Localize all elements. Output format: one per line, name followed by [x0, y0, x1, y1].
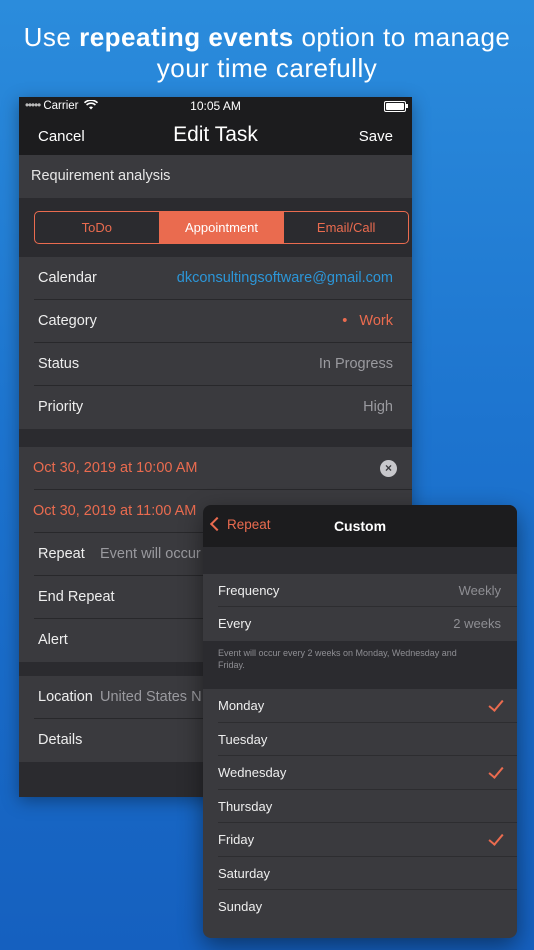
- location-value: United States N: [100, 689, 202, 705]
- status-time: 10:05 AM: [190, 99, 241, 113]
- weekday-row-monday[interactable]: Monday: [203, 689, 517, 723]
- custom-nav-bar: Repeat Custom: [203, 505, 517, 547]
- every-row[interactable]: Every 2 weeks: [203, 607, 517, 640]
- category-color-dot: •: [342, 313, 348, 329]
- section-gap: [203, 547, 517, 574]
- calendar-label: Calendar: [38, 270, 97, 286]
- weekday-label: Saturday: [218, 865, 271, 881]
- repeat-summary-note: Event will occur every 2 weeks on Monday…: [203, 641, 517, 689]
- task-type-segmented-control: ToDo Appointment Email/Call: [34, 211, 409, 244]
- frequency-value: Weekly: [458, 583, 501, 598]
- details-label: Details: [38, 732, 83, 748]
- category-label: Category: [38, 313, 97, 329]
- custom-repeat-panel: Repeat Custom Frequency Weekly Every 2 w…: [203, 505, 517, 938]
- category-row[interactable]: Category • Work: [19, 300, 412, 343]
- status-value: In Progress: [318, 356, 393, 372]
- headline-post: option to manage: [293, 22, 511, 52]
- headline-line-2: your time carefully: [156, 53, 378, 83]
- headline-bold: repeating events: [79, 22, 294, 52]
- repeat-label: Repeat: [38, 546, 85, 562]
- repeat-value: Event will occur: [100, 546, 201, 562]
- priority-row[interactable]: Priority High: [19, 386, 412, 429]
- category-value-text: Work: [359, 313, 393, 329]
- checkmark-icon: [488, 696, 504, 712]
- task-title-field[interactable]: Requirement analysis: [19, 155, 412, 198]
- headline-pre: Use: [23, 22, 80, 52]
- save-button[interactable]: Save: [359, 128, 393, 145]
- frequency-row[interactable]: Frequency Weekly: [203, 574, 517, 607]
- weekday-label: Wednesday: [218, 765, 287, 780]
- custom-title: Custom: [333, 518, 387, 534]
- priority-value: High: [363, 399, 393, 415]
- checkmark-icon: [488, 830, 504, 846]
- start-date-value: Oct 30, 2019 at 10:00 AM: [33, 460, 198, 476]
- end-repeat-label: End Repeat: [38, 589, 115, 605]
- weekday-row-sunday[interactable]: Sunday: [203, 890, 517, 924]
- priority-label: Priority: [38, 399, 84, 415]
- alert-label: Alert: [38, 632, 68, 648]
- weekday-label: Sunday: [218, 899, 263, 914]
- start-date-row[interactable]: Oct 30, 2019 at 10:00 AM ×: [19, 447, 412, 490]
- weekday-row-saturday[interactable]: Saturday: [203, 856, 517, 890]
- weekday-label: Monday: [218, 698, 265, 713]
- weekday-label: Tuesday: [218, 731, 268, 747]
- end-date-value: Oct 30, 2019 at 11:00 AM: [33, 503, 197, 519]
- weekday-row-tuesday[interactable]: Tuesday: [203, 722, 517, 756]
- weekday-label: Friday: [218, 832, 255, 847]
- every-label: Every: [218, 616, 252, 631]
- promo-headline: Use repeating events option to manage yo…: [0, 22, 534, 84]
- clear-start-date-icon[interactable]: ×: [380, 460, 397, 477]
- status-bar: ••••• Carrier 10:05 AM: [19, 97, 412, 117]
- page-title: Edit Task: [173, 123, 258, 146]
- every-value: 2 weeks: [453, 616, 501, 631]
- status-label: Status: [38, 356, 80, 372]
- segment-todo[interactable]: ToDo: [35, 212, 159, 243]
- headline-line-1: Use repeating events option to manage: [0, 22, 534, 53]
- calendar-value: dkconsultingsoftware@gmail.com: [176, 270, 393, 286]
- battery-icon: [384, 101, 408, 112]
- weekday-row-friday[interactable]: Friday: [203, 823, 517, 857]
- location-label: Location: [38, 689, 93, 705]
- frequency-label: Frequency: [218, 583, 280, 598]
- segment-appointment[interactable]: Appointment: [158, 212, 284, 243]
- weekday-label: Thursday: [218, 798, 273, 814]
- nav-bar: Cancel Edit Task Save: [19, 117, 412, 155]
- segment-email-call[interactable]: Email/Call: [283, 212, 408, 243]
- status-row[interactable]: Status In Progress: [19, 343, 412, 386]
- category-value: • Work: [342, 313, 393, 329]
- weekday-row-wednesday[interactable]: Wednesday: [203, 756, 517, 790]
- calendar-row[interactable]: Calendar dkconsultingsoftware@gmail.com: [19, 257, 412, 300]
- checkmark-icon: [488, 763, 504, 779]
- weekday-row-thursday[interactable]: Thursday: [203, 789, 517, 823]
